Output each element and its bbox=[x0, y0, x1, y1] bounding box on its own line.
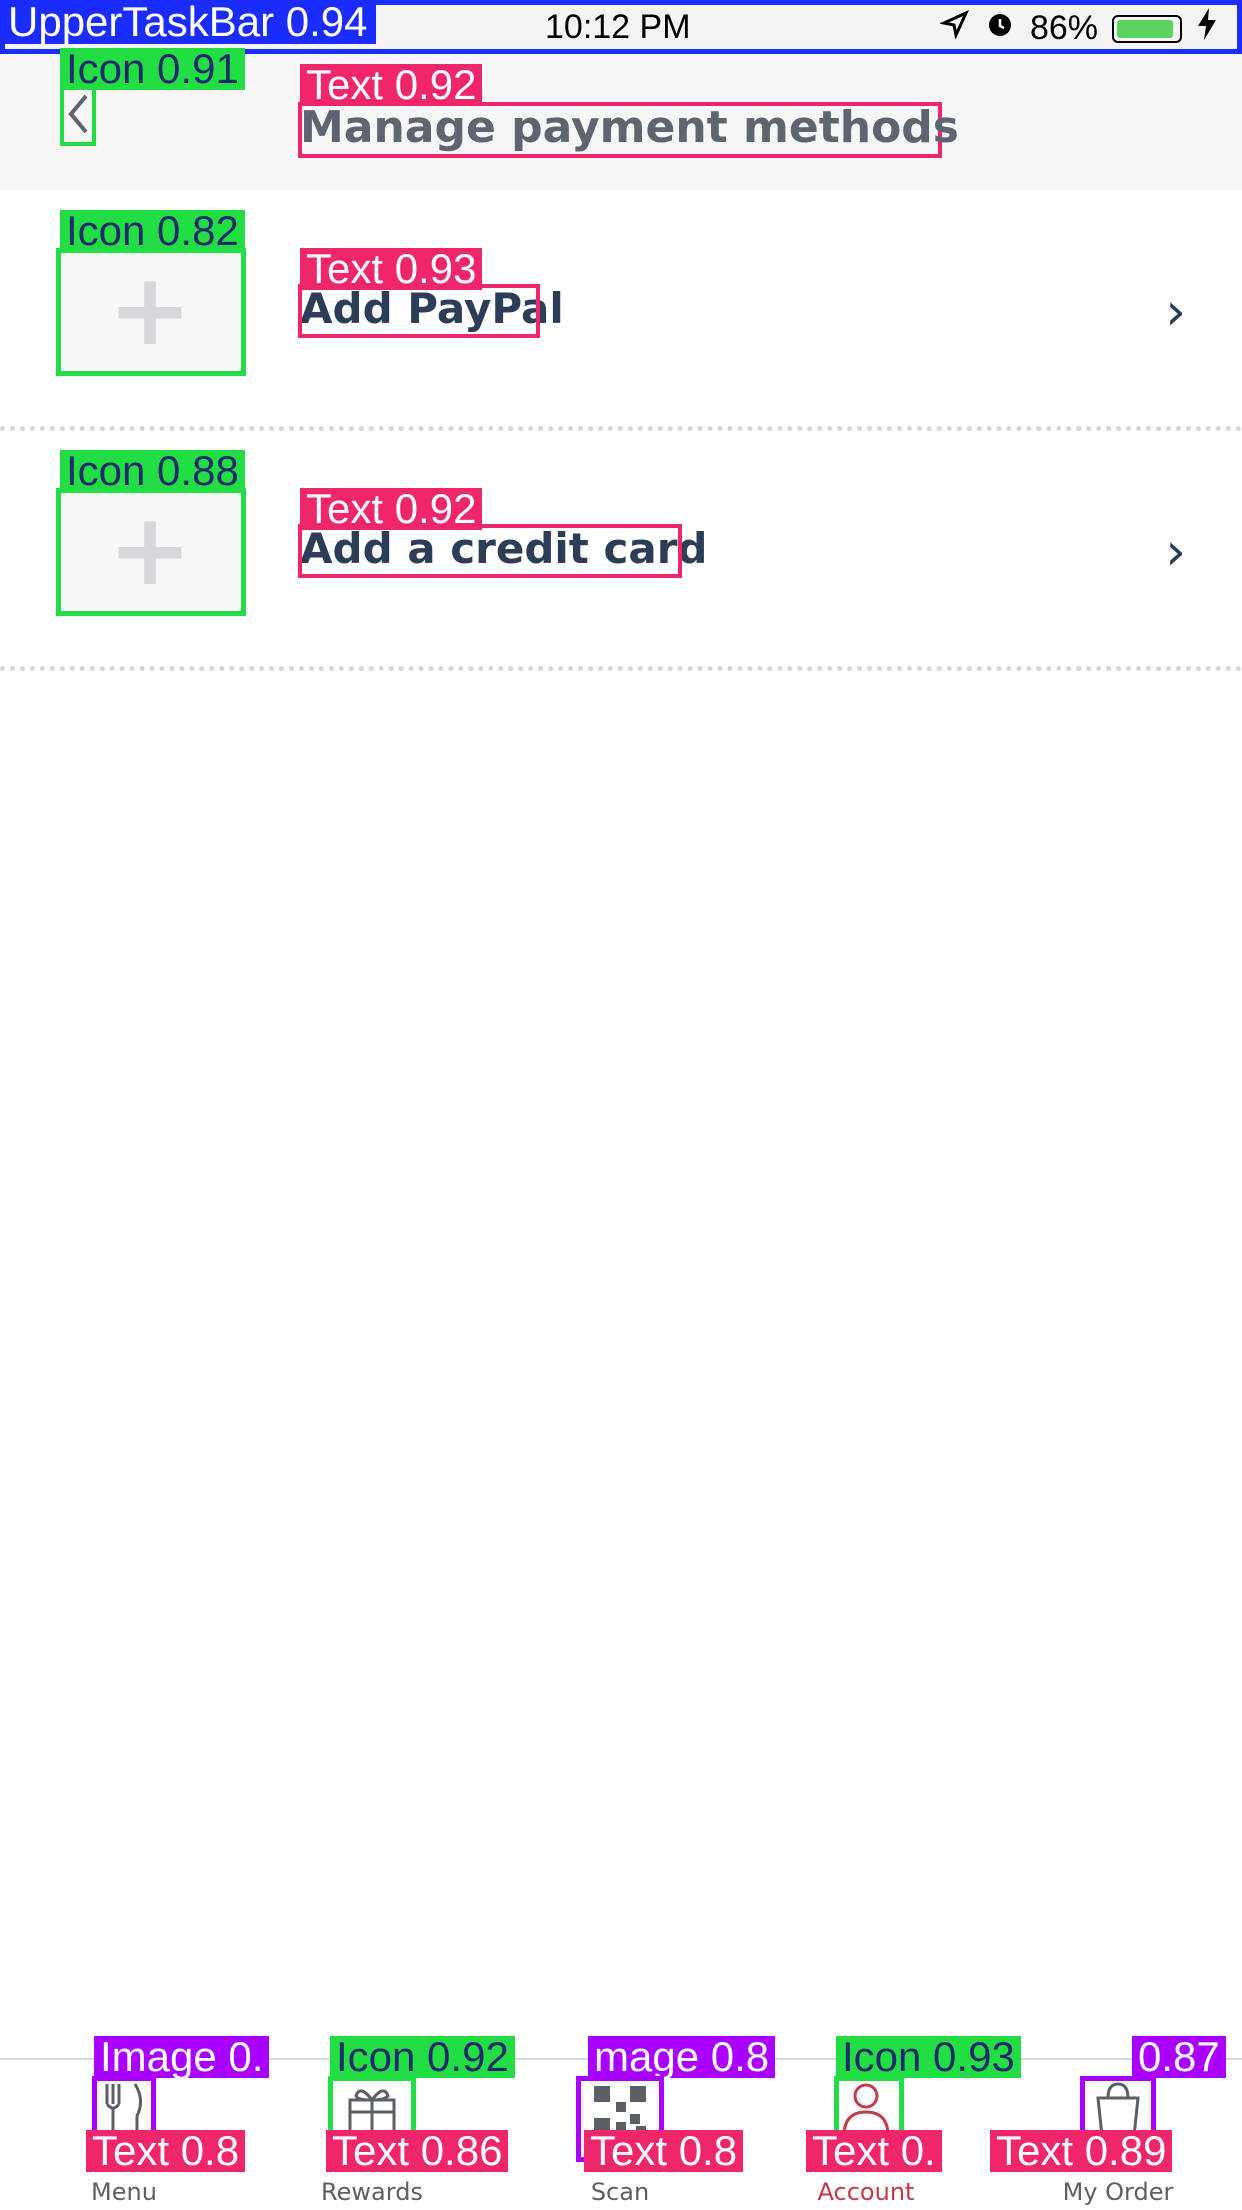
row-label-detection-box bbox=[298, 524, 682, 578]
charging-icon bbox=[1196, 8, 1218, 49]
tab-label-scan: Scan bbox=[590, 2178, 650, 2206]
tab-detection-label: 0.87 bbox=[1132, 2036, 1226, 2078]
tab-label-detection-label: Text 0.86 bbox=[326, 2130, 509, 2172]
row-icon-detection-box bbox=[56, 488, 246, 616]
tab-label-menu: Menu bbox=[91, 2178, 157, 2206]
tab-label-detection-label: Text 0. bbox=[806, 2130, 942, 2172]
row-label-detection-box bbox=[298, 284, 540, 338]
tab-label-detection-label: Text 0.8 bbox=[86, 2130, 246, 2172]
tab-detection-label: Icon 0.92 bbox=[330, 2036, 515, 2078]
status-bar-detection-label: UpperTaskBar 0.94 bbox=[0, 0, 376, 44]
back-icon-detection-label: Icon 0.91 bbox=[60, 48, 245, 90]
tab-detection-label: mage 0.8 bbox=[588, 2036, 776, 2078]
status-time: 10:12 PM bbox=[545, 8, 691, 46]
page-title: Manage payment methods bbox=[300, 102, 959, 153]
location-icon bbox=[939, 9, 970, 48]
back-button[interactable] bbox=[60, 86, 96, 146]
alarm-icon bbox=[984, 8, 1016, 49]
tab-label-account: Account bbox=[817, 2178, 915, 2206]
tab-label-my-order: My Order bbox=[1062, 2178, 1174, 2206]
battery-icon bbox=[1112, 14, 1182, 43]
status-icons: 86% bbox=[939, 8, 1218, 49]
row-icon-detection-label: Icon 0.88 bbox=[60, 450, 245, 492]
title-detection-label: Text 0.92 bbox=[300, 64, 483, 106]
add-paypal-row[interactable]: Icon 0.82 + Text 0.93 Add PayPal › bbox=[0, 190, 1242, 430]
battery-percent: 86% bbox=[1029, 9, 1098, 47]
chevron-right-icon: › bbox=[1165, 522, 1186, 582]
tab-label-detection-label: Text 0.89 bbox=[990, 2130, 1173, 2172]
add-credit-card-row[interactable]: Icon 0.88 + Text 0.92 Add a credit card … bbox=[0, 430, 1242, 670]
tab-detection-label: Image 0. bbox=[94, 2036, 270, 2078]
tab-label-detection-label: Text 0.8 bbox=[584, 2130, 744, 2172]
row-icon-detection-box bbox=[56, 248, 246, 376]
row-icon-detection-label: Icon 0.82 bbox=[60, 210, 245, 252]
row-divider bbox=[0, 666, 1242, 671]
chevron-left-icon bbox=[67, 93, 89, 139]
tab-label-rewards: Rewards bbox=[321, 2178, 423, 2206]
chevron-right-icon: › bbox=[1165, 282, 1186, 342]
tab-detection-label: Icon 0.93 bbox=[836, 2036, 1021, 2078]
